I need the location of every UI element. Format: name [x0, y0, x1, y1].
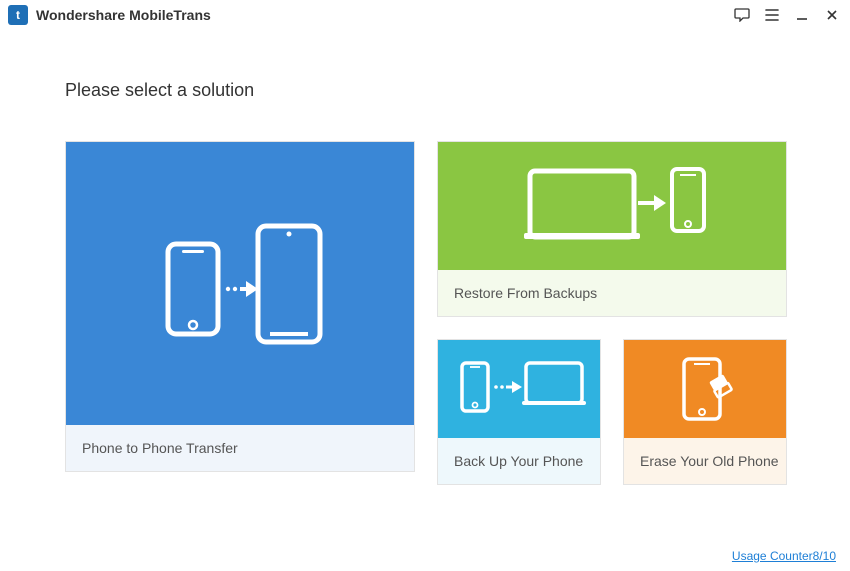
- card-label: Phone to Phone Transfer: [66, 425, 414, 471]
- backup-icon: [438, 340, 600, 438]
- card-erase-old-phone[interactable]: Erase Your Old Phone: [623, 339, 787, 485]
- card-back-up-phone[interactable]: Back Up Your Phone: [437, 339, 601, 485]
- titlebar: t Wondershare MobileTrans: [0, 0, 850, 30]
- page-heading: Please select a solution: [65, 80, 785, 101]
- card-label: Restore From Backups: [438, 270, 786, 316]
- phone-to-phone-icon: [66, 142, 414, 425]
- card-label: Back Up Your Phone: [438, 438, 600, 484]
- usage-counter-link[interactable]: Usage Counter8/10: [732, 549, 836, 563]
- app-logo: t: [8, 5, 28, 25]
- window-controls: [732, 5, 842, 25]
- minimize-button[interactable]: [792, 5, 812, 25]
- card-restore-from-backups[interactable]: Restore From Backups: [437, 141, 787, 317]
- main-content: Please select a solution: [0, 30, 850, 485]
- app-title: Wondershare MobileTrans: [36, 7, 211, 23]
- solution-grid: Phone to Phone Transfer: [65, 141, 785, 485]
- card-phone-to-phone[interactable]: Phone to Phone Transfer: [65, 141, 415, 472]
- feedback-button[interactable]: [732, 5, 752, 25]
- restore-icon: [438, 142, 786, 270]
- footer: Usage Counter8/10: [732, 547, 836, 565]
- erase-icon: [624, 340, 786, 438]
- card-label: Erase Your Old Phone: [624, 438, 786, 484]
- app-logo-letter: t: [16, 9, 20, 21]
- menu-button[interactable]: [762, 5, 782, 25]
- close-button[interactable]: [822, 5, 842, 25]
